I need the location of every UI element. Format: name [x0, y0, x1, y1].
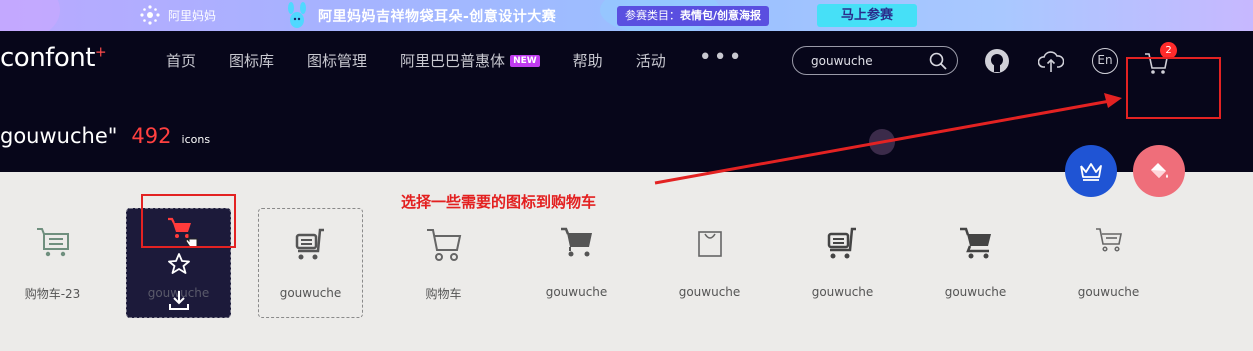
- icon-label: gouwuche: [1077, 285, 1140, 299]
- category-value: 表情包/创意海报: [680, 9, 762, 22]
- search-box: [792, 46, 958, 75]
- icon-card[interactable]: 购物车: [391, 208, 496, 318]
- icon-highlight-box: [141, 194, 236, 248]
- paint-bucket-icon: [1151, 163, 1168, 178]
- promo-banner[interactable]: 阿里妈妈 阿里妈妈吉祥物袋耳朵-创意设计大赛 参赛类目：表情包/创意海报 马上参…: [0, 0, 1253, 31]
- category-label: 参赛类目：: [625, 9, 680, 22]
- icon-card[interactable]: gouwuche: [657, 208, 762, 318]
- icon-label: gouwuche: [944, 285, 1007, 299]
- icon-card[interactable]: gouwuche: [923, 208, 1028, 318]
- icon-card[interactable]: gouwuche: [524, 208, 629, 318]
- icon-card[interactable]: gouwuche: [790, 208, 895, 318]
- join-contest-button[interactable]: 马上参赛: [817, 4, 917, 27]
- github-icon[interactable]: [984, 48, 1010, 74]
- result-query: gouwuche": [0, 124, 118, 148]
- vip-crown-button[interactable]: [1065, 145, 1117, 197]
- upload-cloud-icon[interactable]: [1038, 48, 1064, 74]
- nav-help[interactable]: 帮助: [573, 50, 603, 71]
- icon-label: gouwuche: [678, 285, 741, 299]
- result-count: 492: [131, 124, 172, 148]
- download-icon[interactable]: [167, 288, 191, 312]
- icon-label: gouwuche: [279, 286, 342, 300]
- search-input[interactable]: [811, 52, 926, 70]
- favorite-star-icon[interactable]: [167, 252, 191, 276]
- logo-plus-mark: +: [94, 44, 107, 61]
- icon-label: 购物车: [425, 287, 462, 301]
- banner-category: 参赛类目：表情包/创意海报: [617, 6, 770, 26]
- cart-outline-icon: [426, 229, 461, 261]
- icon-card[interactable]: gouwuche: [258, 208, 363, 318]
- result-unit: icons: [181, 133, 211, 146]
- search-icon[interactable]: [929, 52, 947, 70]
- banner-title: 阿里妈妈吉祥物袋耳朵-创意设计大赛: [318, 9, 557, 25]
- logo-text: confont: [0, 43, 95, 73]
- icon-card[interactable]: gouwuche: [1056, 208, 1161, 318]
- main-nav: 首页 图标库 图标管理 阿里巴巴普惠体 NEW 帮助 活动 •••: [166, 45, 744, 71]
- cart-highlight-box: [1126, 57, 1221, 119]
- alimama-logo: 阿里妈妈: [138, 4, 216, 26]
- crown-icon: [1080, 163, 1102, 181]
- cart-list-icon: [295, 228, 324, 260]
- iconfont-logo[interactable]: confont+: [0, 43, 107, 73]
- nav-home[interactable]: 首页: [166, 50, 196, 71]
- cart-list-icon: [827, 227, 856, 259]
- icon-label: gouwuche: [545, 285, 608, 299]
- nav-puhuiti[interactable]: 阿里巴巴普惠体 NEW: [400, 50, 540, 71]
- new-badge: NEW: [510, 54, 540, 67]
- icon-label: 购物车-23: [24, 287, 81, 301]
- shopping-bag-icon: [697, 231, 722, 257]
- cart-small-icon: [1095, 228, 1122, 252]
- language-switch[interactable]: En: [1092, 48, 1118, 74]
- search-result-summary: gouwuche" 492 icons: [0, 124, 210, 148]
- icon-card[interactable]: 购物车-23: [0, 208, 105, 318]
- theme-paint-button[interactable]: [1133, 145, 1185, 197]
- icon-label: gouwuche: [811, 285, 874, 299]
- alimama-brand-text: 阿里妈妈: [168, 8, 217, 23]
- nav-icon-management[interactable]: 图标管理: [307, 50, 367, 71]
- cart-basket-icon: [36, 228, 69, 257]
- decorative-orb: [869, 129, 895, 155]
- mascot-icon: [288, 2, 306, 28]
- nav-activities[interactable]: 活动: [636, 50, 666, 71]
- alimama-logo-icon: [140, 5, 160, 25]
- site-header: confont+ 首页 图标库 图标管理 阿里巴巴普惠体 NEW 帮助 活动 ••…: [0, 31, 1253, 172]
- nav-puhuiti-label: 阿里巴巴普惠体: [400, 52, 506, 70]
- more-menu-icon[interactable]: •••: [699, 45, 744, 70]
- cart-filled-icon: [959, 227, 991, 259]
- cart-solid-icon: [560, 227, 592, 257]
- nav-icon-library[interactable]: 图标库: [229, 50, 274, 71]
